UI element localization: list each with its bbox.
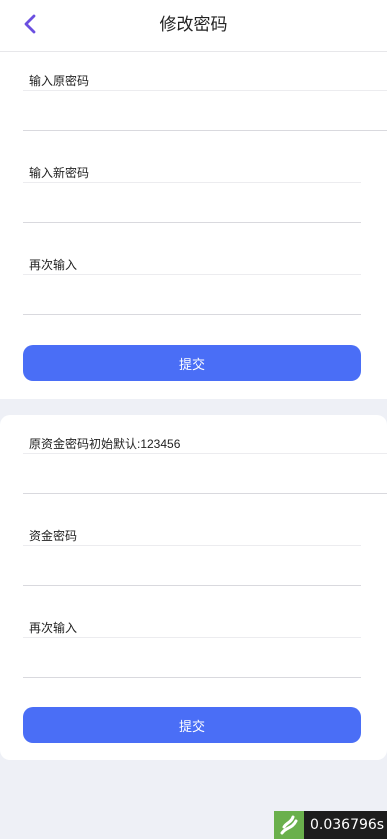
old-fund-password-field: 原资金密码初始默认:123456: [23, 429, 387, 495]
confirm-fund-password-label: 再次输入: [29, 621, 78, 635]
perf-badge: 0.036796s: [274, 811, 387, 839]
field-underline: [23, 314, 361, 315]
field-underline: [23, 585, 361, 586]
header-bar: 修改密码: [0, 0, 387, 52]
fund-password-field: 资金密码: [23, 521, 361, 587]
fund-submit-button[interactable]: 提交: [23, 707, 361, 743]
fund-password-label: 资金密码: [29, 529, 78, 543]
old-password-field: 输入原密码: [23, 66, 387, 132]
login-password-card: 输入原密码 输入新密码 再次输入 提交: [0, 52, 387, 399]
field-underline: [23, 493, 387, 494]
new-password-label: 输入新密码: [29, 166, 90, 180]
old-fund-password-label: 原资金密码初始默认:123456: [29, 437, 181, 451]
confirm-fund-password-input[interactable]: [23, 638, 361, 676]
confirm-password-input[interactable]: [23, 275, 361, 313]
old-password-label: 输入原密码: [29, 74, 90, 88]
old-fund-password-input[interactable]: [23, 454, 361, 492]
back-button[interactable]: [14, 10, 46, 42]
perf-timing: 0.036796s: [310, 817, 385, 833]
field-underline: [23, 130, 387, 131]
new-password-input[interactable]: [23, 183, 361, 221]
old-password-input[interactable]: [23, 91, 361, 129]
field-underline: [23, 222, 361, 223]
page-title: 修改密码: [159, 15, 228, 34]
confirm-fund-password-field: 再次输入: [23, 613, 361, 679]
confirm-password-field: 再次输入: [23, 250, 361, 316]
flame-logo-icon: [274, 811, 304, 839]
field-underline: [23, 677, 361, 678]
fund-password-input[interactable]: [23, 546, 361, 584]
submit-button[interactable]: 提交: [23, 345, 361, 381]
confirm-password-label: 再次输入: [29, 258, 78, 272]
new-password-field: 输入新密码: [23, 158, 361, 224]
chevron-left-icon: [22, 13, 38, 40]
fund-password-card: 原资金密码初始默认:123456 资金密码 再次输入 提交: [0, 415, 387, 760]
